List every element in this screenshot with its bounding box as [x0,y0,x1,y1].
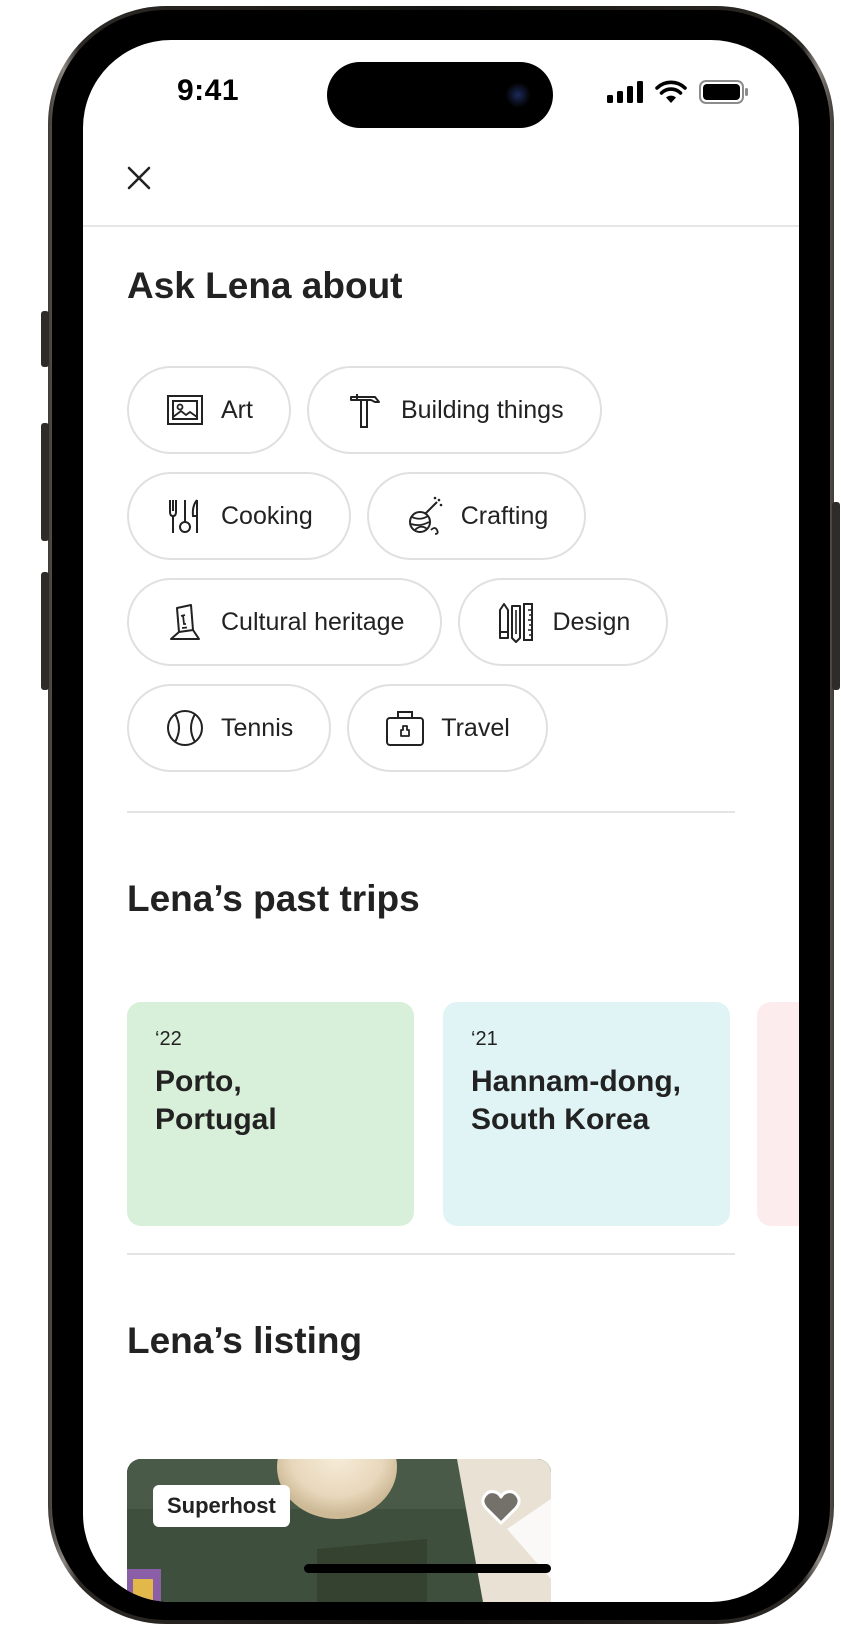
chip-label: Design [552,607,631,636]
suitcase-icon [386,711,425,746]
chip-label: Crafting [460,501,549,530]
utensils-icon [169,499,198,533]
trip-year: ‘22 [155,1028,182,1050]
trip-place: Hannam-dong, South Korea [471,1063,702,1139]
volume-up-button [41,423,49,541]
chip-travel[interactable]: Travel [347,684,548,772]
listing-section-title: Lena’s listing [127,1320,363,1361]
power-button [832,502,840,690]
chip-building-things[interactable]: Building things [306,366,602,454]
chip-crafting[interactable]: Crafting [366,472,587,560]
cellular-signal-icon [607,81,643,103]
topic-chips: Art Building things Cooking Crafting Cul… [127,366,767,790]
chip-tennis[interactable]: Tennis [127,684,332,772]
close-icon [127,166,151,190]
trips-section-title: Lena’s past trips [127,878,420,919]
chip-label: Art [221,395,253,424]
chip-label: Travel [441,713,510,742]
dynamic-island [327,62,553,128]
chip-label: Building things [400,395,564,424]
trip-place-line: Porto, [155,1065,242,1098]
trip-card-partial[interactable] [757,1002,799,1226]
trip-place-line: South Korea [471,1103,650,1136]
moai-statue-icon [170,604,200,640]
close-button[interactable] [119,158,159,198]
volume-down-button [41,572,49,690]
listing-photo [127,1459,551,1602]
section-divider [127,811,735,813]
chip-cultural-heritage[interactable]: Cultural heritage [127,578,443,666]
picture-frame-icon [167,395,203,425]
superhost-badge: Superhost [153,1485,290,1527]
header-divider [83,225,799,227]
home-indicator[interactable] [304,1564,551,1573]
trip-place-line: Portugal [155,1103,277,1136]
silent-switch [41,311,49,367]
wifi-icon [655,80,687,103]
chip-label: Tennis [221,713,294,742]
chip-label: Cooking [221,501,313,530]
screen: 9:41 Ask Lena about Art Building things … [83,40,799,1602]
trip-year: ‘21 [471,1028,498,1050]
hammer-icon [349,394,380,428]
chip-design[interactable]: Design [458,578,669,666]
ask-section-title: Ask Lena about [127,265,403,306]
chip-cooking[interactable]: Cooking [127,472,351,560]
heart-icon[interactable] [479,1487,523,1527]
listing-card[interactable]: Superhost [127,1459,551,1602]
status-icons [607,78,749,106]
section-divider [127,1253,735,1255]
chip-art[interactable]: Art [127,366,291,454]
trip-card[interactable]: ‘21 Hannam-dong, South Korea [443,1002,730,1226]
trip-card[interactable]: ‘22 Porto, Portugal [127,1002,414,1226]
yarn-ball-icon [408,496,443,535]
status-time: 9:41 [177,74,240,107]
tennis-ball-icon [167,710,203,746]
front-camera [505,82,531,108]
battery-icon [699,80,748,104]
chip-label: Cultural heritage [221,607,405,636]
design-tools-icon [499,603,534,643]
trip-place-line: Hannam-dong, [471,1065,681,1098]
trip-place: Porto, Portugal [155,1063,386,1139]
